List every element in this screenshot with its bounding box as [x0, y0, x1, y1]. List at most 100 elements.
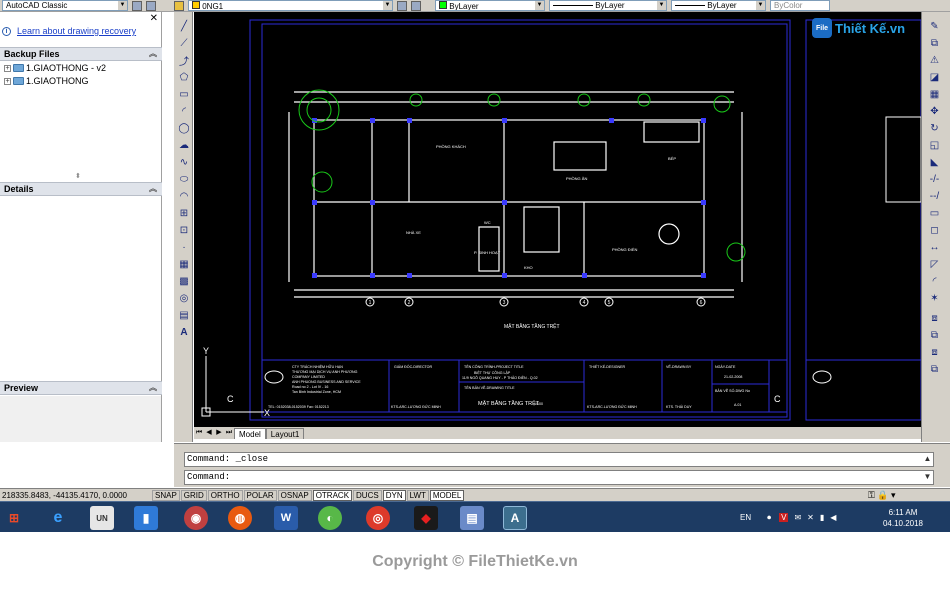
- extend-icon[interactable]: --/: [928, 190, 941, 202]
- status-tray-icons[interactable]: ⚿ 🔒 ▾: [868, 490, 896, 501]
- line-icon[interactable]: ╱: [178, 20, 190, 32]
- fillet-icon[interactable]: ◜: [928, 275, 941, 287]
- ducs-toggle[interactable]: DUCS: [353, 489, 382, 501]
- splitter-grip[interactable]: ⬍: [75, 172, 81, 180]
- region-icon[interactable]: ◎: [178, 292, 190, 304]
- offset-icon[interactable]: ◪: [928, 71, 941, 83]
- snap-toggle[interactable]: SNAP: [152, 489, 180, 501]
- ellipse-arc-icon[interactable]: ◠: [178, 190, 190, 202]
- tray-toggle-icon[interactable]: ⏺: [767, 513, 771, 523]
- tab-layout1[interactable]: Layout1: [265, 427, 305, 439]
- language-indicator[interactable]: EN: [740, 513, 751, 522]
- close-icon[interactable]: ✕: [150, 13, 158, 24]
- model-toggle[interactable]: MODEL: [429, 489, 465, 501]
- prev-tab-icon[interactable]: ◀: [204, 428, 214, 438]
- last-tab-icon[interactable]: ⏭: [224, 428, 234, 438]
- lwt-toggle[interactable]: LWT: [406, 489, 429, 501]
- command-input[interactable]: Command:: [184, 470, 934, 485]
- lineweight-combo[interactable]: ByLayer ▼: [671, 0, 766, 11]
- rectangle-icon[interactable]: ▭: [178, 88, 190, 100]
- ortho-toggle[interactable]: ORTHO: [207, 489, 243, 501]
- scale-icon[interactable]: ◱: [928, 139, 941, 151]
- backup-item-1[interactable]: + 1.GIAOTHONG - v2: [4, 62, 106, 74]
- linetype-combo[interactable]: ByLayer ▼: [549, 0, 667, 11]
- layer-previous-icon[interactable]: [397, 0, 407, 11]
- layer-combo[interactable]: 0NG1 ▼: [188, 0, 393, 11]
- insert-block-icon[interactable]: ⊞: [178, 207, 190, 219]
- drawing-area[interactable]: PHÒNG KHÁCH PHÒNG ĂN BẾP NHÀ XE WC P. SI…: [194, 12, 921, 427]
- volume-icon[interactable]: ◀: [830, 513, 836, 522]
- revision-cloud-icon[interactable]: ☁: [178, 139, 190, 151]
- details-header[interactable]: Details ︽: [0, 182, 162, 196]
- backup-files-header[interactable]: Backup Files ︽: [0, 47, 162, 61]
- file-explorer-icon[interactable]: ▮: [134, 506, 158, 530]
- draworder-above-icon[interactable]: ⧈: [928, 346, 941, 358]
- plotstyle-combo[interactable]: ByColor: [770, 0, 830, 11]
- scroll-up-icon[interactable]: ▲: [922, 454, 933, 465]
- firefox-icon[interactable]: ◍: [228, 506, 252, 530]
- explode-icon[interactable]: ✶: [928, 292, 941, 304]
- draworder-icon[interactable]: ⧈: [928, 312, 941, 324]
- table-icon[interactable]: ▤: [178, 309, 190, 321]
- join-icon[interactable]: ↔: [928, 241, 941, 253]
- spline-icon[interactable]: ∿: [178, 156, 190, 168]
- collapse-icon[interactable]: ︽: [149, 183, 157, 195]
- workspace-settings-icon[interactable]: [132, 0, 142, 11]
- stretch-icon[interactable]: ◣: [928, 156, 941, 168]
- ellipse-icon[interactable]: ⬭: [178, 173, 190, 185]
- copy-icon[interactable]: ⧉: [928, 37, 941, 49]
- backup-item-2[interactable]: + 1.GIAOTHONG: [4, 75, 89, 87]
- hatch-icon[interactable]: ▦: [178, 258, 190, 270]
- expand-icon[interactable]: +: [4, 64, 11, 72]
- game-icon[interactable]: ◆: [414, 506, 438, 530]
- trim-icon[interactable]: -/-: [928, 173, 941, 185]
- array-icon[interactable]: ▦: [928, 88, 941, 100]
- expand-icon[interactable]: +: [4, 77, 11, 85]
- dyn-toggle[interactable]: DYN: [382, 489, 406, 501]
- osnap-toggle[interactable]: OSNAP: [277, 489, 312, 501]
- grid-toggle[interactable]: GRID: [180, 489, 207, 501]
- tray-v-icon[interactable]: V: [779, 513, 789, 522]
- layer-manager-icon[interactable]: [174, 0, 184, 11]
- app-icon-2[interactable]: ◐: [318, 506, 342, 530]
- app-icon[interactable]: ◉: [184, 506, 208, 530]
- point-icon[interactable]: ·: [178, 241, 190, 253]
- arc-icon[interactable]: ◜: [178, 105, 190, 117]
- draworder-under-icon[interactable]: ⧉: [928, 363, 941, 375]
- draworder-back-icon[interactable]: ⧉: [928, 329, 941, 341]
- break-icon[interactable]: ◻: [928, 224, 941, 236]
- polyline-icon[interactable]: ⤴: [178, 54, 190, 68]
- preview-header[interactable]: Preview ︽: [0, 381, 162, 395]
- chrome-icon[interactable]: ◎: [366, 506, 390, 530]
- recovery-link[interactable]: Learn about drawing recovery: [17, 26, 136, 36]
- start-icon[interactable]: ⊞: [2, 506, 26, 530]
- construction-line-icon[interactable]: ⟋: [178, 37, 190, 49]
- internet-explorer-icon[interactable]: e: [46, 506, 70, 530]
- layer-make-current-icon[interactable]: [411, 0, 421, 11]
- move-icon[interactable]: ✥: [928, 105, 941, 117]
- gradient-icon[interactable]: ▩: [178, 275, 190, 287]
- color-combo[interactable]: ByLayer ▼: [435, 0, 545, 11]
- mirror-icon[interactable]: ⚠: [928, 54, 941, 66]
- next-tab-icon[interactable]: ▶: [214, 428, 224, 438]
- rotate-icon[interactable]: ↻: [928, 122, 941, 134]
- polar-toggle[interactable]: POLAR: [243, 489, 277, 501]
- scroll-down-icon[interactable]: ▼: [922, 472, 933, 483]
- first-tab-icon[interactable]: ⏮: [194, 428, 204, 438]
- collapse-icon[interactable]: ︽: [149, 48, 157, 60]
- make-block-icon[interactable]: ⊡: [178, 224, 190, 236]
- save-icon[interactable]: [146, 0, 156, 11]
- tab-model[interactable]: Model: [234, 427, 266, 439]
- collapse-icon[interactable]: ︽: [149, 382, 157, 394]
- chevron-down-icon[interactable]: ▼: [535, 1, 544, 10]
- network-icon[interactable]: ▮: [820, 513, 824, 522]
- otrack-toggle[interactable]: OTRACK: [312, 489, 353, 501]
- autocad-taskbar-icon[interactable]: A: [503, 506, 527, 530]
- circle-icon[interactable]: ◯: [178, 122, 190, 134]
- break-point-icon[interactable]: ▭: [928, 207, 941, 219]
- taskbar-clock[interactable]: 6:11 AM 04.10.2018: [880, 507, 926, 529]
- chevron-down-icon[interactable]: ▼: [657, 1, 666, 10]
- tray-mail-icon[interactable]: ✉: [794, 513, 801, 522]
- unikey-icon[interactable]: UN: [90, 506, 114, 530]
- tray-x-icon[interactable]: ✕: [807, 513, 814, 522]
